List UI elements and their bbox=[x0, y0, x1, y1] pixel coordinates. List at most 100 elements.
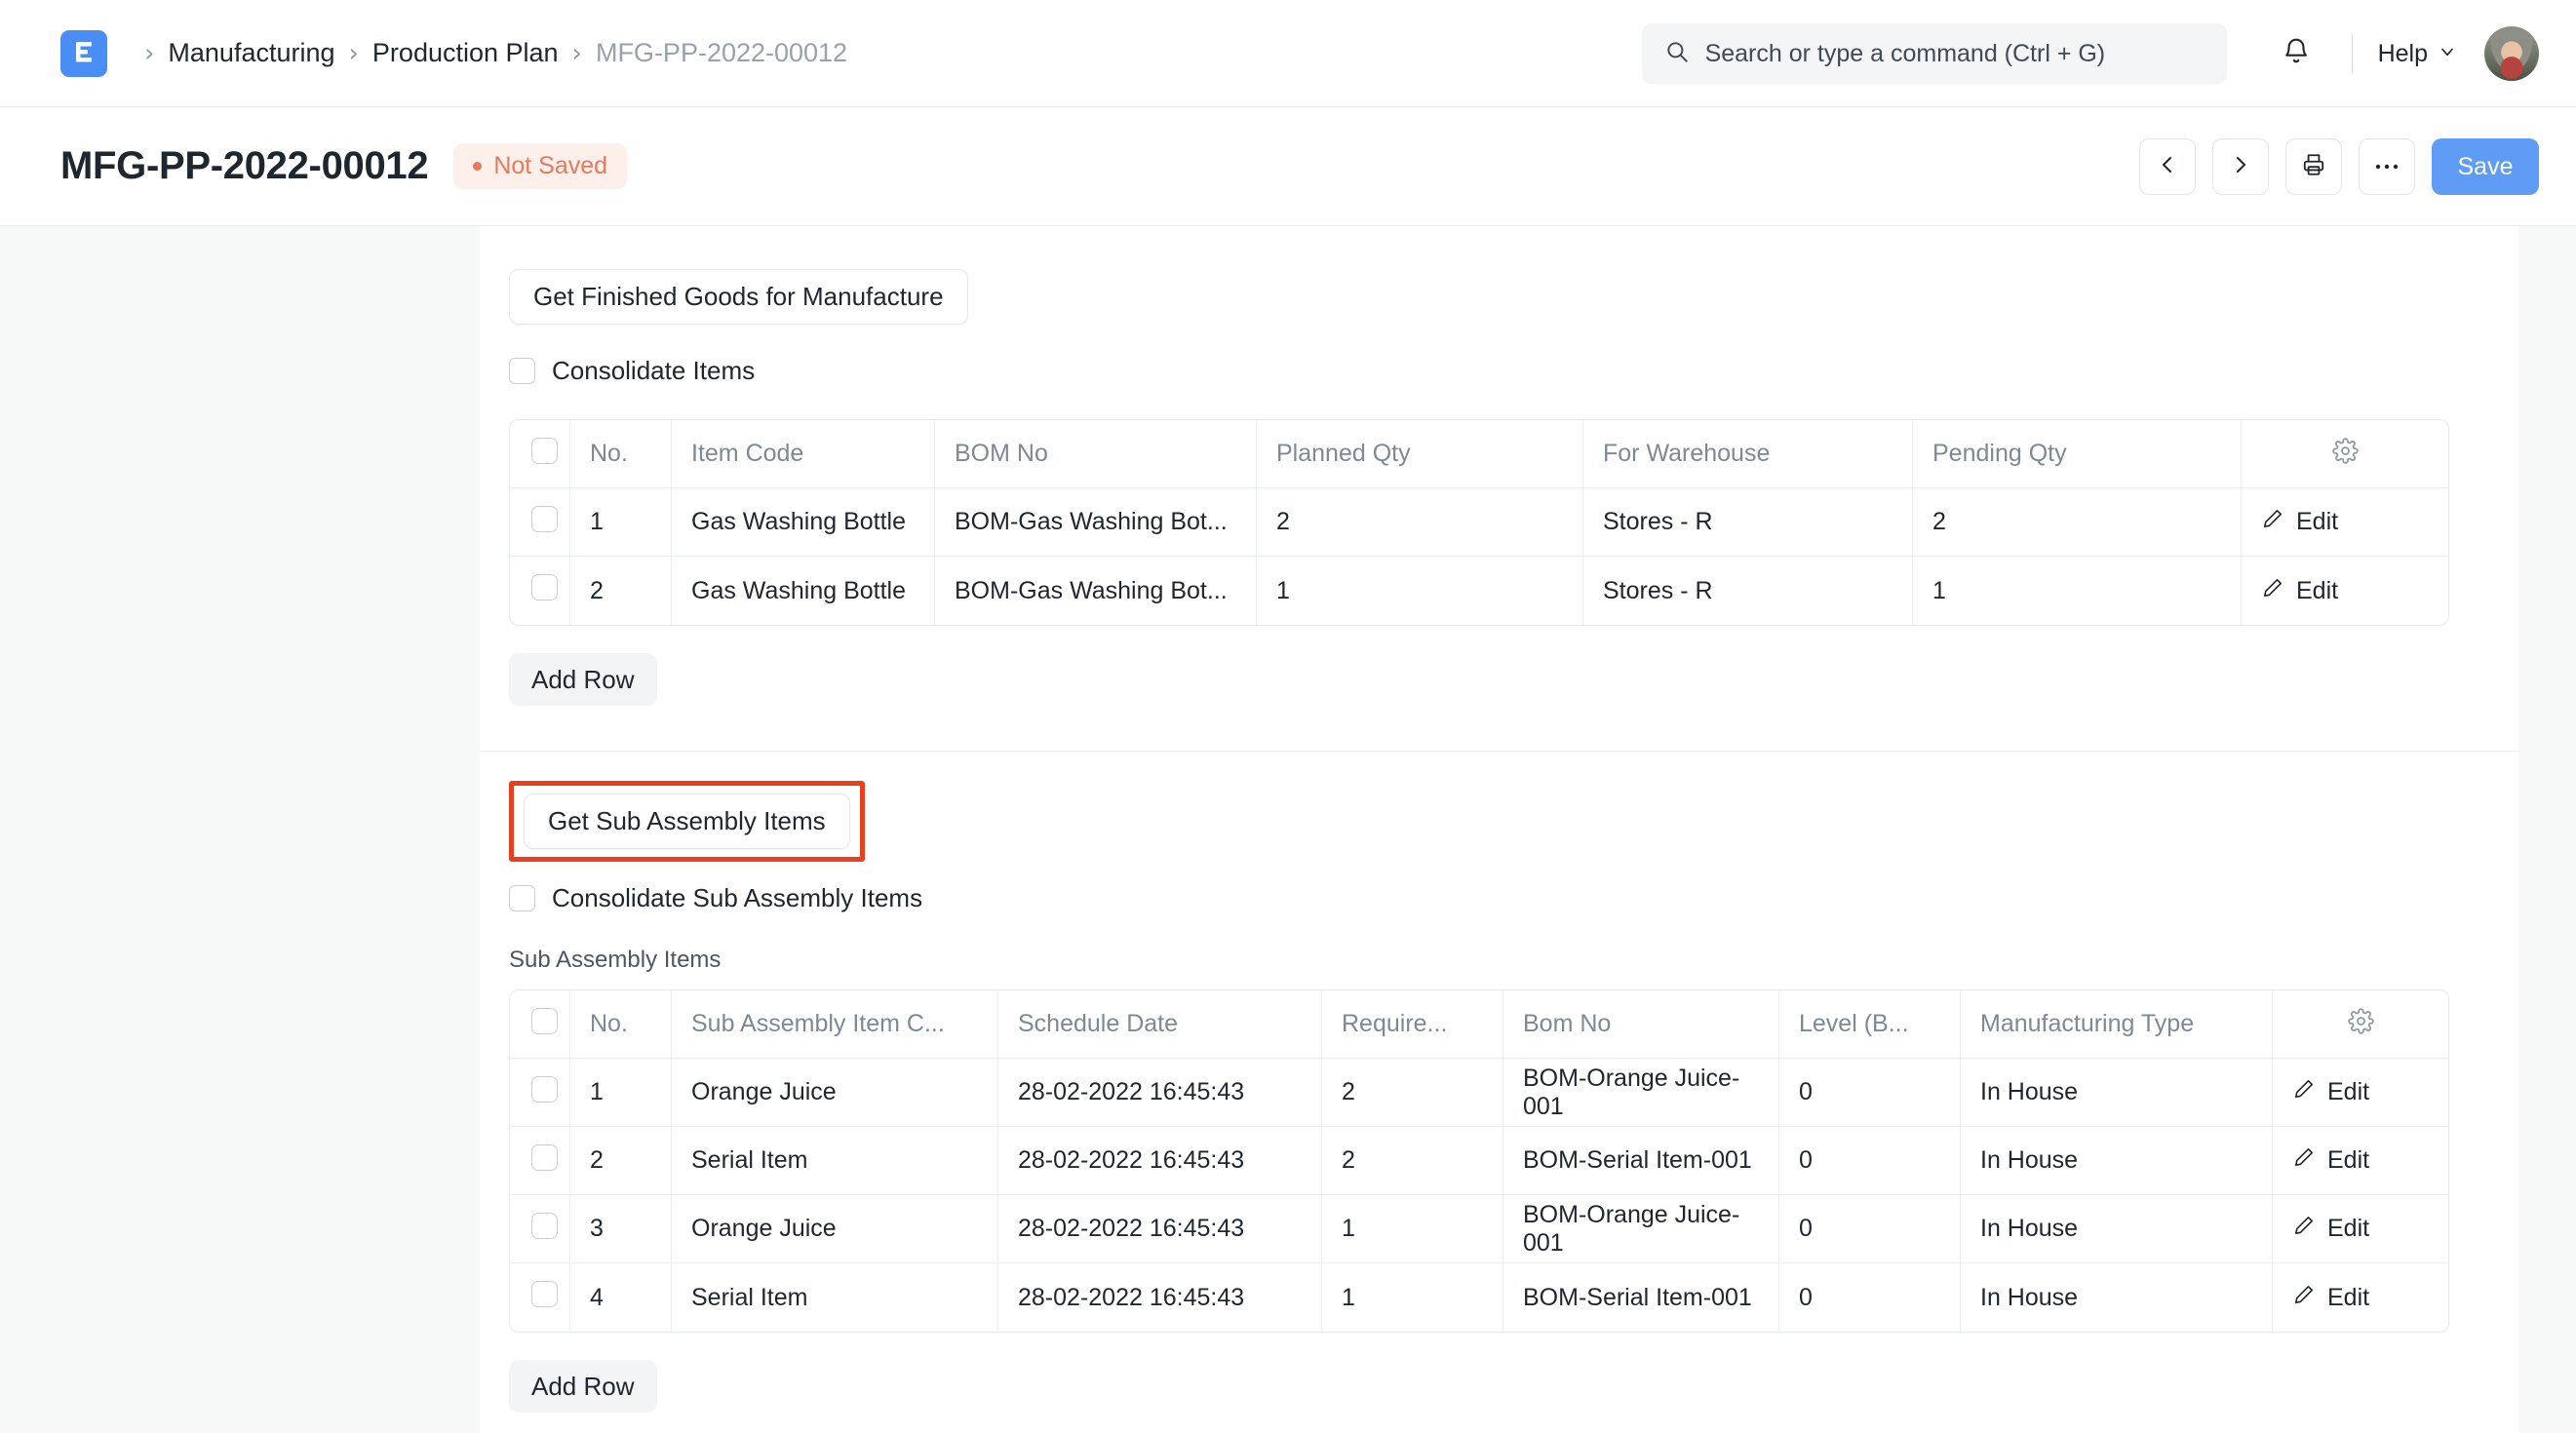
cell-item-code[interactable]: Gas Washing Bottle bbox=[672, 557, 935, 625]
prev-document-button[interactable] bbox=[2139, 138, 2196, 195]
save-button[interactable]: Save bbox=[2432, 138, 2539, 195]
table-row[interactable]: 3 Orange Juice 28-02-2022 16:45:43 1 BOM… bbox=[510, 1195, 2448, 1263]
table-row[interactable]: 4 Serial Item 28-02-2022 16:45:43 1 BOM-… bbox=[510, 1263, 2448, 1332]
cell-bom-no[interactable]: BOM-Orange Juice-001 bbox=[1503, 1195, 1779, 1263]
erpnext-logo-icon[interactable] bbox=[60, 30, 107, 77]
print-button[interactable] bbox=[2285, 138, 2342, 195]
cell-for-warehouse[interactable]: Stores - R bbox=[1583, 557, 1913, 625]
add-row-button-finished-goods[interactable]: Add Row bbox=[509, 653, 657, 706]
cell-level[interactable]: 0 bbox=[1779, 1059, 1961, 1127]
row-edit-button[interactable]: Edit bbox=[2273, 1059, 2448, 1127]
select-all-header[interactable] bbox=[510, 420, 570, 488]
get-sub-assembly-items-button[interactable]: Get Sub Assembly Items bbox=[524, 794, 850, 849]
consolidate-items-checkbox-row[interactable]: Consolidate Items bbox=[509, 356, 2460, 386]
consolidate-items-checkbox[interactable] bbox=[509, 358, 535, 384]
next-document-button[interactable] bbox=[2212, 138, 2269, 195]
cell-bom-no[interactable]: BOM-Serial Item-001 bbox=[1503, 1263, 1779, 1332]
get-sub-assembly-items-highlight: Get Sub Assembly Items bbox=[509, 781, 865, 862]
cell-sub-assembly-item-code[interactable]: Serial Item bbox=[672, 1127, 998, 1195]
row-edit-button[interactable]: Edit bbox=[2242, 557, 2448, 625]
consolidate-sub-assembly-checkbox[interactable] bbox=[509, 885, 535, 911]
cell-manufacturing-type[interactable]: In House bbox=[1961, 1127, 2273, 1195]
more-actions-button[interactable] bbox=[2359, 138, 2415, 195]
cell-schedule-date[interactable]: 28-02-2022 16:45:43 bbox=[998, 1059, 1322, 1127]
row-edit-label: Edit bbox=[2327, 1078, 2369, 1106]
cell-schedule-date[interactable]: 28-02-2022 16:45:43 bbox=[998, 1127, 1322, 1195]
cell-bom-no[interactable]: BOM-Gas Washing Bot... bbox=[935, 557, 1257, 625]
help-label: Help bbox=[2378, 40, 2428, 68]
column-for-warehouse: For Warehouse bbox=[1583, 420, 1913, 488]
cell-sub-assembly-item-code[interactable]: Orange Juice bbox=[672, 1195, 998, 1263]
row-select-cell[interactable] bbox=[510, 1059, 570, 1127]
row-checkbox[interactable] bbox=[531, 574, 558, 600]
cell-schedule-date[interactable]: 28-02-2022 16:45:43 bbox=[998, 1263, 1322, 1332]
select-all-checkbox[interactable] bbox=[531, 1008, 558, 1034]
row-edit-button[interactable]: Edit bbox=[2273, 1127, 2448, 1195]
row-edit-button[interactable]: Edit bbox=[2273, 1263, 2448, 1332]
grid-settings-button[interactable] bbox=[2273, 990, 2448, 1059]
cell-bom-no[interactable]: BOM-Orange Juice-001 bbox=[1503, 1059, 1779, 1127]
finished-goods-table: No. Item Code BOM No Planned Qty For War… bbox=[509, 419, 2449, 626]
cell-for-warehouse[interactable]: Stores - R bbox=[1583, 488, 1913, 557]
cell-pending-qty[interactable]: 2 bbox=[1913, 488, 2242, 557]
notifications-button[interactable] bbox=[2266, 23, 2326, 84]
cell-manufacturing-type[interactable]: In House bbox=[1961, 1263, 2273, 1332]
cell-schedule-date[interactable]: 28-02-2022 16:45:43 bbox=[998, 1195, 1322, 1263]
sub-assembly-items-table: No. Sub Assembly Item C... Schedule Date… bbox=[509, 989, 2449, 1333]
cell-no: 1 bbox=[570, 488, 672, 557]
chevron-right-icon bbox=[2229, 153, 2252, 181]
cell-required-qty[interactable]: 2 bbox=[1322, 1059, 1503, 1127]
table-row[interactable]: 2 Serial Item 28-02-2022 16:45:43 2 BOM-… bbox=[510, 1127, 2448, 1195]
cell-level[interactable]: 0 bbox=[1779, 1195, 1961, 1263]
consolidate-sub-assembly-checkbox-row[interactable]: Consolidate Sub Assembly Items bbox=[509, 883, 2460, 913]
cell-planned-qty[interactable]: 2 bbox=[1257, 488, 1583, 557]
breadcrumb-item-manufacturing[interactable]: Manufacturing bbox=[168, 38, 334, 68]
row-checkbox[interactable] bbox=[531, 1144, 558, 1171]
cell-planned-qty[interactable]: 1 bbox=[1257, 557, 1583, 625]
row-select-cell[interactable] bbox=[510, 1263, 570, 1332]
cell-manufacturing-type[interactable]: In House bbox=[1961, 1059, 2273, 1127]
cell-level[interactable]: 0 bbox=[1779, 1127, 1961, 1195]
grid-settings-button[interactable] bbox=[2242, 420, 2448, 488]
pencil-icon bbox=[2261, 507, 2284, 537]
row-checkbox[interactable] bbox=[531, 1213, 558, 1239]
row-checkbox[interactable] bbox=[531, 506, 558, 532]
row-edit-label: Edit bbox=[2327, 1284, 2369, 1312]
row-edit-button[interactable]: Edit bbox=[2242, 488, 2448, 557]
breadcrumb-separator: › bbox=[349, 41, 359, 66]
row-select-cell[interactable] bbox=[510, 1127, 570, 1195]
row-checkbox[interactable] bbox=[531, 1076, 558, 1103]
cell-sub-assembly-item-code[interactable]: Serial Item bbox=[672, 1263, 998, 1332]
cell-no: 1 bbox=[570, 1059, 672, 1127]
cell-required-qty[interactable]: 1 bbox=[1322, 1263, 1503, 1332]
cell-required-qty[interactable]: 2 bbox=[1322, 1127, 1503, 1195]
right-margin bbox=[2518, 226, 2576, 1433]
avatar[interactable] bbox=[2484, 26, 2539, 81]
row-edit-button[interactable]: Edit bbox=[2273, 1195, 2448, 1263]
search-input[interactable]: Search or type a command (Ctrl + G) bbox=[1642, 23, 2227, 84]
row-checkbox[interactable] bbox=[531, 1281, 558, 1307]
row-select-cell[interactable] bbox=[510, 557, 570, 625]
row-select-cell[interactable] bbox=[510, 1195, 570, 1263]
cell-no: 2 bbox=[570, 1127, 672, 1195]
cell-item-code[interactable]: Gas Washing Bottle bbox=[672, 488, 935, 557]
table-row[interactable]: 1 Gas Washing Bottle BOM-Gas Washing Bot… bbox=[510, 488, 2448, 557]
cell-sub-assembly-item-code[interactable]: Orange Juice bbox=[672, 1059, 998, 1127]
consolidate-items-label: Consolidate Items bbox=[552, 356, 755, 386]
cell-required-qty[interactable]: 1 bbox=[1322, 1195, 1503, 1263]
cell-bom-no[interactable]: BOM-Gas Washing Bot... bbox=[935, 488, 1257, 557]
cell-pending-qty[interactable]: 1 bbox=[1913, 557, 2242, 625]
page-body: Get Finished Goods for Manufacture Conso… bbox=[0, 226, 2576, 1433]
cell-bom-no[interactable]: BOM-Serial Item-001 bbox=[1503, 1127, 1779, 1195]
select-all-checkbox[interactable] bbox=[531, 438, 558, 464]
table-row[interactable]: 1 Orange Juice 28-02-2022 16:45:43 2 BOM… bbox=[510, 1059, 2448, 1127]
cell-level[interactable]: 0 bbox=[1779, 1263, 1961, 1332]
row-select-cell[interactable] bbox=[510, 488, 570, 557]
cell-manufacturing-type[interactable]: In House bbox=[1961, 1195, 2273, 1263]
add-row-button-sub-assembly[interactable]: Add Row bbox=[509, 1360, 657, 1413]
breadcrumb-item-production-plan[interactable]: Production Plan bbox=[372, 38, 559, 68]
table-row[interactable]: 2 Gas Washing Bottle BOM-Gas Washing Bot… bbox=[510, 557, 2448, 625]
select-all-header[interactable] bbox=[510, 990, 570, 1059]
get-finished-goods-button[interactable]: Get Finished Goods for Manufacture bbox=[509, 269, 968, 325]
help-menu-button[interactable]: Help bbox=[2378, 40, 2457, 68]
